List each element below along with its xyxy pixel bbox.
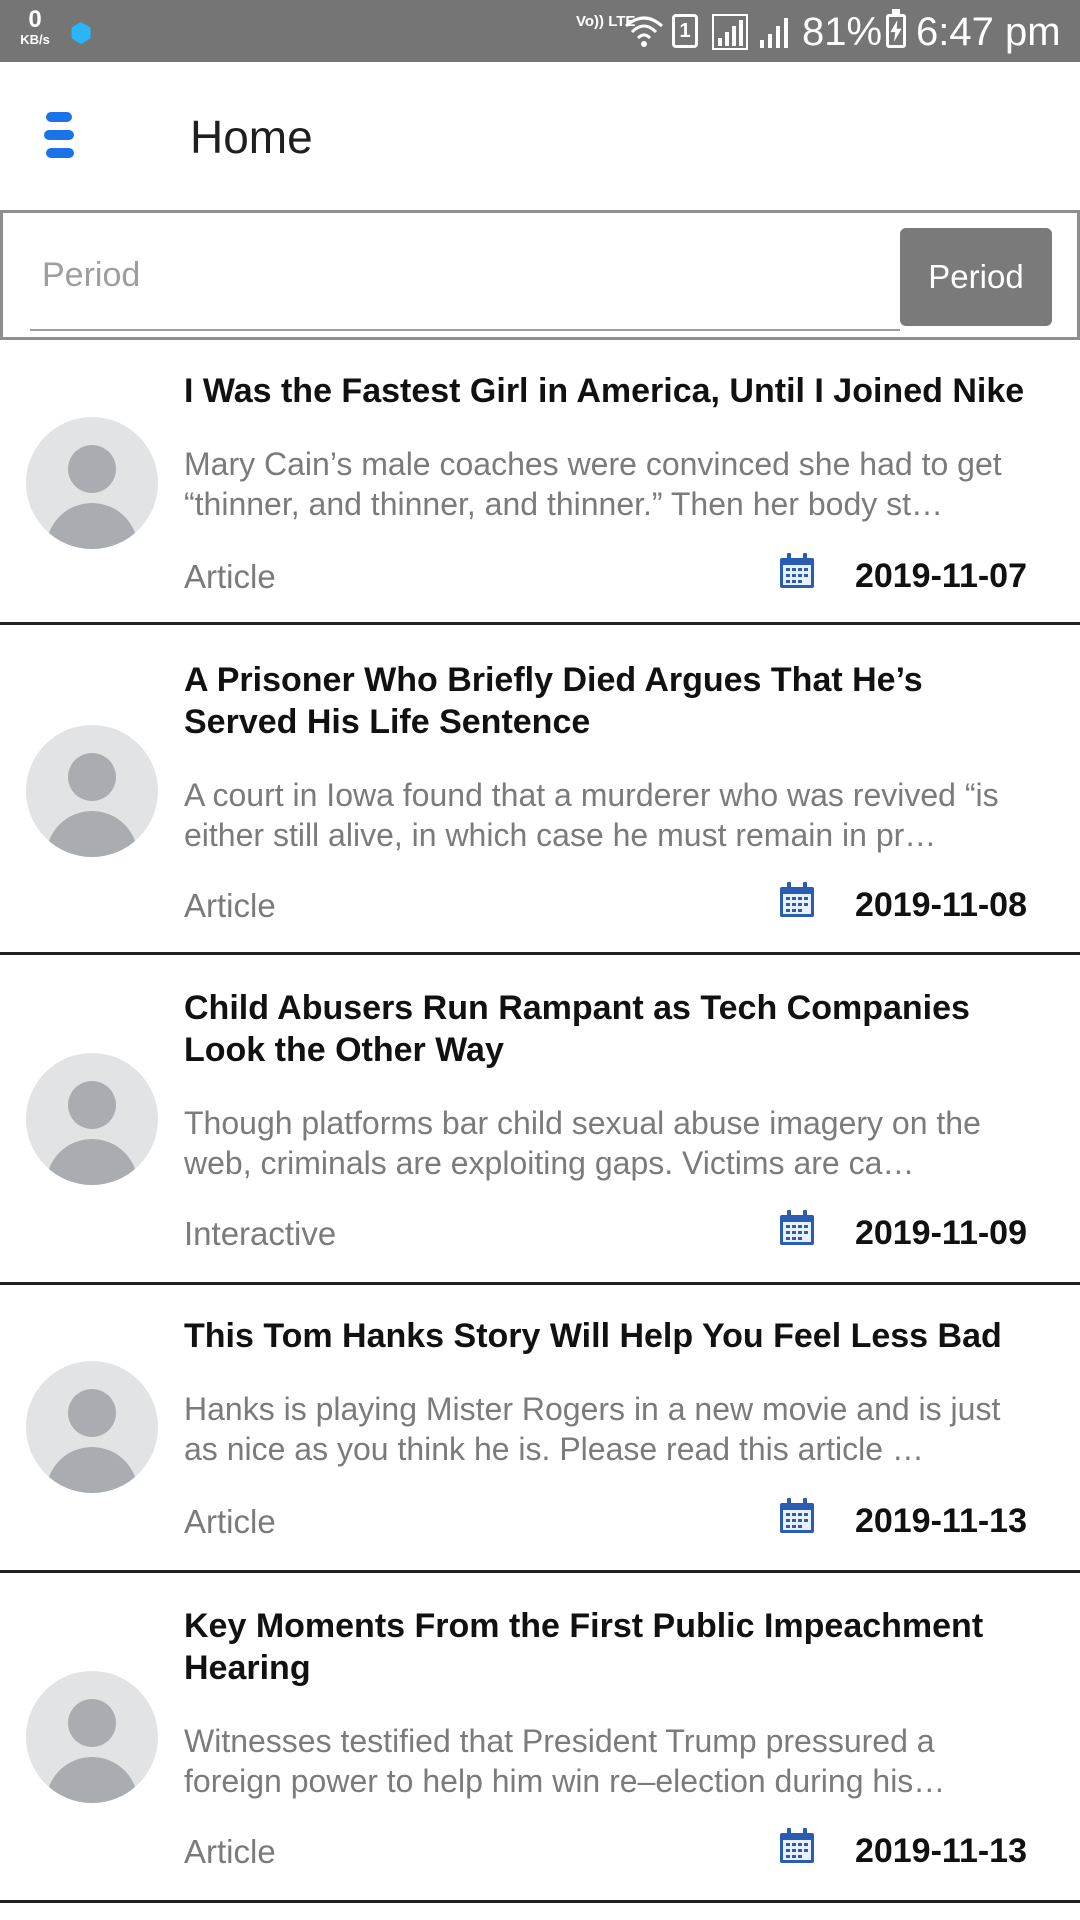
calendar-icon xyxy=(780,1210,814,1245)
avatar xyxy=(26,725,158,857)
article-title: I Was the Fastest Girl in America, Until… xyxy=(184,372,1025,410)
article-description: Though platforms bar child sexual abuse … xyxy=(184,1105,981,1181)
network-speed: 0 KB/s xyxy=(14,6,56,47)
network-speed-value: 0 xyxy=(28,6,42,33)
list-item[interactable]: This Tom Hanks Story Will Help You Feel … xyxy=(0,1285,1080,1573)
article-type: Article xyxy=(184,558,276,595)
avatar xyxy=(26,417,158,549)
period-button[interactable]: Period xyxy=(900,228,1052,326)
article-date: 2019-11-13 xyxy=(854,1832,1027,1870)
article-description: Mary Cain’s male coaches were convinced … xyxy=(184,446,1002,522)
article-title: Key Moments From the First Public Impeac… xyxy=(184,1607,984,1687)
calendar-icon xyxy=(780,1828,814,1863)
article-date: 2019-11-09 xyxy=(854,1214,1027,1252)
battery-percent: 81% xyxy=(802,10,883,54)
article-description: Hanks is playing Mister Rogers in a new … xyxy=(184,1391,1001,1467)
notification-dot-icon xyxy=(71,22,91,44)
sim-slot-indicator: 1 xyxy=(672,14,698,48)
calendar-icon xyxy=(780,553,814,588)
article-date: 2019-11-13 xyxy=(854,1502,1027,1540)
avatar xyxy=(26,1053,158,1185)
article-title: Child Abusers Run Rampant as Tech Compan… xyxy=(184,989,970,1069)
article-title: This Tom Hanks Story Will Help You Feel … xyxy=(184,1317,1002,1355)
search-bar: Period xyxy=(0,210,1080,340)
hamburger-menu-icon[interactable] xyxy=(44,108,78,164)
app-bar: Home xyxy=(0,62,1080,210)
list-item[interactable]: A Prisoner Who Briefly Died Argues That … xyxy=(0,625,1080,955)
status-bar: 0 KB/s Vo)) LTE 1 81% 6:47 pm xyxy=(0,0,1080,62)
signal-strength-2-icon xyxy=(760,18,788,48)
avatar xyxy=(26,1361,158,1493)
article-date: 2019-11-08 xyxy=(854,886,1027,924)
article-title: A Prisoner Who Briefly Died Argues That … xyxy=(184,661,923,741)
article-type: Article xyxy=(184,1833,276,1870)
signal-strength-icon xyxy=(712,14,748,50)
calendar-icon xyxy=(780,882,814,917)
list-item[interactable]: Key Moments From the First Public Impeac… xyxy=(0,1573,1080,1903)
list-item[interactable]: Child Abusers Run Rampant as Tech Compan… xyxy=(0,955,1080,1285)
calendar-icon xyxy=(780,1498,814,1533)
avatar xyxy=(26,1671,158,1803)
article-description: Witnesses testified that President Trump… xyxy=(184,1723,946,1799)
wifi-icon xyxy=(625,16,663,47)
clock: 6:47 pm xyxy=(916,10,1061,54)
article-list: I Was the Fastest Girl in America, Until… xyxy=(0,340,1080,1903)
article-type: Interactive xyxy=(184,1215,337,1252)
article-date: 2019-11-07 xyxy=(854,557,1027,595)
list-item[interactable]: I Was the Fastest Girl in America, Until… xyxy=(0,340,1080,625)
article-type: Article xyxy=(184,887,276,924)
battery-charging-icon xyxy=(886,9,906,48)
page-title: Home xyxy=(190,111,313,163)
period-input[interactable] xyxy=(30,221,900,331)
article-type: Article xyxy=(184,1503,276,1540)
article-description: A court in Iowa found that a murderer wh… xyxy=(184,777,999,853)
network-speed-unit: KB/s xyxy=(20,32,50,47)
